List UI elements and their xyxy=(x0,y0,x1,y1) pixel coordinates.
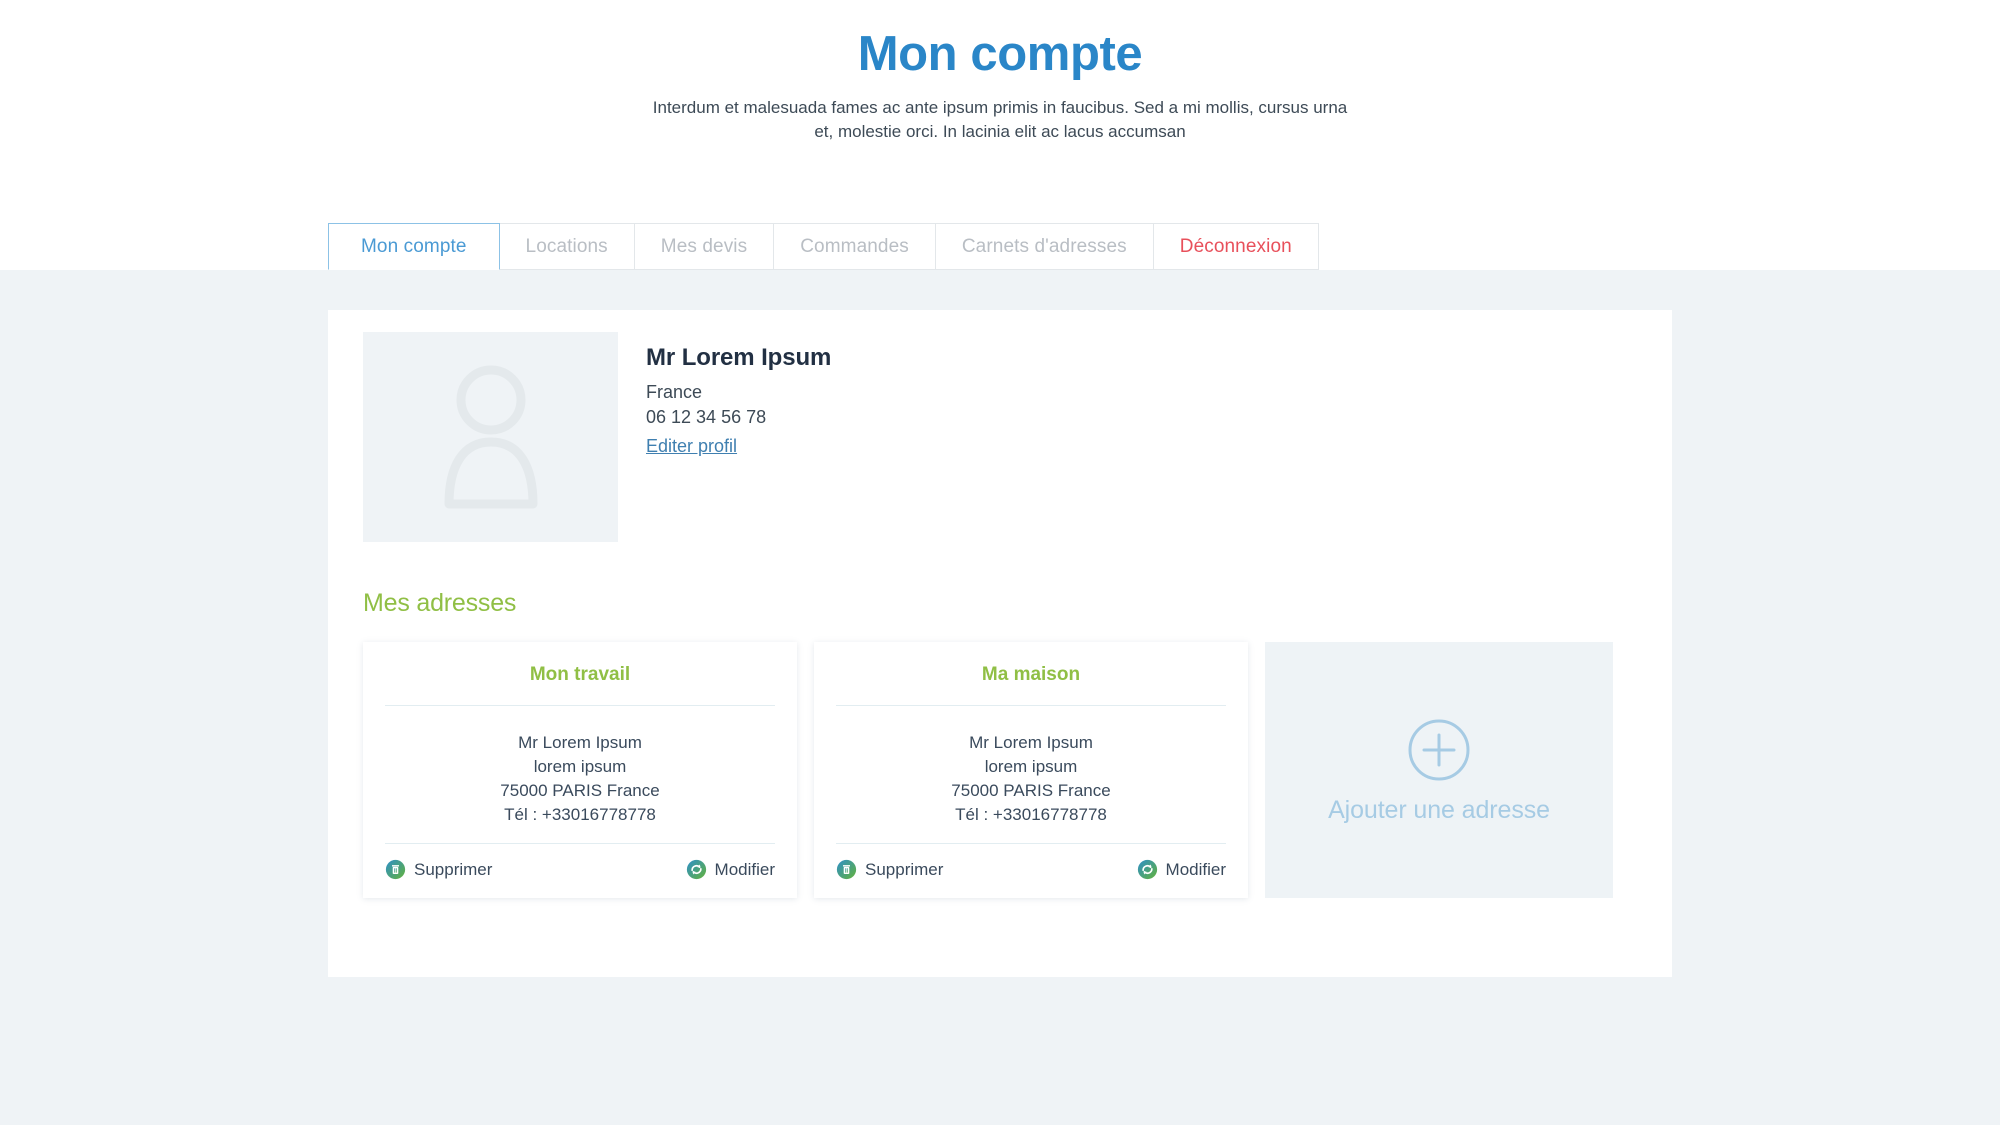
plus-circle-icon xyxy=(1405,716,1473,784)
tab-label: Mon compte xyxy=(361,235,467,257)
address-card-title: Ma maison xyxy=(981,664,1081,685)
tab-label: Carnets d'adresses xyxy=(961,235,1127,257)
page-title: Mon compte xyxy=(857,27,1143,81)
address-line: lorem ipsum xyxy=(533,757,627,777)
addresses-section-title: Mes adresses xyxy=(363,589,517,617)
delete-address-label: Supprimer xyxy=(414,859,493,879)
addresses-grid: Mon travail Mr Lorem Ipsum lorem ipsum 7… xyxy=(363,642,1672,898)
tab-label: Locations xyxy=(525,235,608,257)
delete-address-label: Supprimer xyxy=(865,859,944,879)
address-line: Tél : +33016778778 xyxy=(504,805,656,825)
page-subtitle: Interdum et malesuada fames ac ante ipsu… xyxy=(652,98,1348,142)
delete-address-button[interactable]: Supprimer xyxy=(385,859,492,880)
address-line: Mr Lorem Ipsum xyxy=(969,733,1093,752)
edit-address-label: Modifier xyxy=(1165,859,1226,879)
profile-block: Mr Lorem Ipsum France 06 12 34 56 78 Edi… xyxy=(328,310,1672,542)
tab-label: Commandes xyxy=(800,235,909,257)
address-line: lorem ipsum xyxy=(984,757,1078,777)
tab-mes-devis[interactable]: Mes devis xyxy=(634,223,775,270)
tab-mon-compte[interactable]: Mon compte xyxy=(328,223,500,270)
address-card: Mon travail Mr Lorem Ipsum lorem ipsum 7… xyxy=(363,642,797,898)
tab-label: Mes devis xyxy=(660,235,748,257)
add-address-label: Ajouter une adresse xyxy=(1328,795,1550,824)
address-card-actions: Supprimer Modifier xyxy=(363,844,797,898)
tab-carnets-adresses[interactable]: Carnets d'adresses xyxy=(935,223,1154,270)
profile-name: Mr Lorem Ipsum xyxy=(646,344,832,371)
edit-address-button[interactable]: Modifier xyxy=(1137,859,1226,880)
address-line: Tél : +33016778778 xyxy=(955,805,1107,825)
trash-icon xyxy=(385,859,406,880)
address-card-title: Mon travail xyxy=(529,664,631,685)
account-content-panel: Mr Lorem Ipsum France 06 12 34 56 78 Edi… xyxy=(328,310,1672,977)
profile-info: Mr Lorem Ipsum France 06 12 34 56 78 Edi… xyxy=(646,332,831,457)
profile-country: France xyxy=(646,382,703,402)
tab-deconnexion[interactable]: Déconnexion xyxy=(1153,223,1319,270)
delete-address-button[interactable]: Supprimer xyxy=(836,859,943,880)
tab-commandes[interactable]: Commandes xyxy=(774,223,936,270)
edit-address-label: Modifier xyxy=(714,859,775,879)
address-line: Mr Lorem Ipsum xyxy=(518,733,642,752)
tab-label: Déconnexion xyxy=(1179,235,1292,257)
avatar xyxy=(363,332,618,542)
edit-address-button[interactable]: Modifier xyxy=(686,859,775,880)
address-card-body: Mr Lorem Ipsum lorem ipsum 75000 PARIS F… xyxy=(363,706,797,843)
profile-phone: 06 12 34 56 78 xyxy=(646,407,767,428)
trash-icon xyxy=(836,859,857,880)
sync-refresh-icon xyxy=(686,859,707,880)
page-body: Mr Lorem Ipsum France 06 12 34 56 78 Edi… xyxy=(0,270,2000,1125)
address-line: 75000 PARIS France xyxy=(951,781,1111,801)
tab-locations[interactable]: Locations xyxy=(499,223,635,270)
edit-profile-link[interactable]: Editer profil xyxy=(646,436,737,457)
address-line: 75000 PARIS France xyxy=(500,781,660,801)
user-silhouette-icon xyxy=(437,362,545,512)
address-card-actions: Supprimer Modifier xyxy=(814,844,1248,898)
add-address-card[interactable]: Ajouter une adresse xyxy=(1265,642,1613,898)
sync-refresh-icon xyxy=(1137,859,1158,880)
account-tabs: Mon compte Locations Mes devis Commandes… xyxy=(328,223,1319,270)
address-card-body: Mr Lorem Ipsum lorem ipsum 75000 PARIS F… xyxy=(814,706,1248,843)
page-header: Mon compte Interdum et malesuada fames a… xyxy=(0,0,2000,145)
address-card: Ma maison Mr Lorem Ipsum lorem ipsum 750… xyxy=(814,642,1248,898)
